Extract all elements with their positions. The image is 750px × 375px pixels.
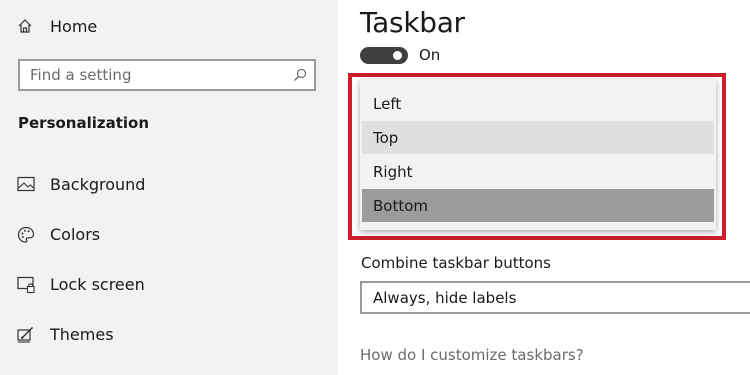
dropdown-option-right[interactable]: Right — [362, 155, 714, 188]
combine-buttons-select[interactable]: Always, hide labels — [360, 281, 750, 314]
toggle-state-label: On — [419, 46, 441, 64]
option-label: Right — [373, 163, 413, 181]
search-box[interactable] — [18, 59, 316, 91]
dropdown-option-left[interactable]: Left — [362, 87, 714, 120]
page-title: Taskbar — [360, 6, 465, 39]
dropdown-option-top[interactable]: Top — [362, 121, 714, 154]
search-input[interactable] — [30, 65, 280, 85]
home-icon — [18, 19, 32, 33]
themes-icon — [17, 327, 33, 343]
search-icon[interactable] — [293, 68, 307, 82]
sidebar-item-label: Lock screen — [50, 275, 145, 294]
combine-buttons-label: Combine taskbar buttons — [361, 254, 551, 272]
option-label: Top — [373, 129, 399, 147]
section-title: Personalization — [18, 114, 150, 132]
dropdown-option-bottom[interactable]: Bottom — [362, 189, 714, 222]
taskbar-location-dropdown[interactable]: Left Top Right Bottom — [360, 79, 716, 230]
settings-sidebar: Home Personalization Background Colors — [0, 0, 338, 375]
option-label: Bottom — [373, 197, 429, 215]
sidebar-item-label: Colors — [50, 225, 101, 244]
sidebar-item-themes[interactable]: Themes — [0, 315, 338, 355]
palette-icon — [17, 226, 35, 243]
lock-screen-icon — [17, 276, 35, 294]
home-label: Home — [50, 17, 98, 36]
taskbar-toggle[interactable] — [360, 47, 408, 64]
option-label: Left — [373, 95, 402, 113]
sidebar-item-label: Themes — [50, 325, 114, 344]
sidebar-item-background[interactable]: Background — [0, 165, 338, 205]
sidebar-item-colors[interactable]: Colors — [0, 215, 338, 255]
combine-buttons-value: Always, hide labels — [373, 289, 517, 307]
sidebar-item-lock-screen[interactable]: Lock screen — [0, 265, 338, 305]
home-nav-item[interactable]: Home — [0, 8, 338, 44]
sidebar-item-label: Background — [50, 175, 146, 194]
toggle-knob — [393, 51, 402, 60]
customize-taskbars-help-link[interactable]: How do I customize taskbars? — [360, 346, 584, 364]
background-image-icon — [17, 176, 35, 192]
